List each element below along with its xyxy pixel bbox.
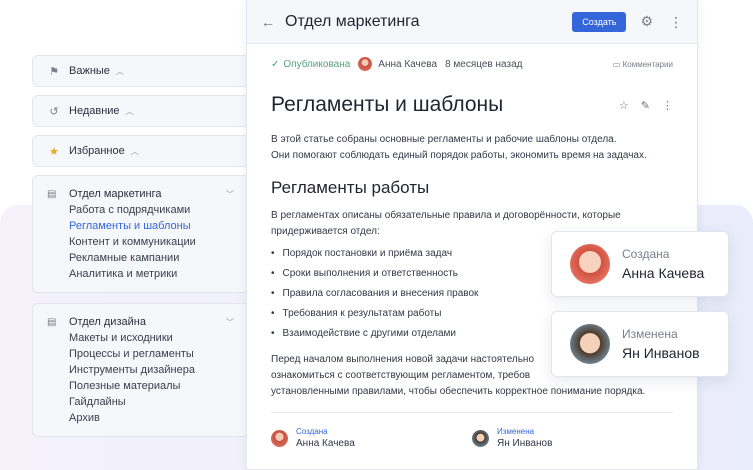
check-icon: ✓ [271,58,280,70]
sidebar-group-design: ▤ Отдел дизайна ﹀ Макеты и исходники Про… [32,303,251,437]
changed-name: Ян Инванов [622,345,700,361]
sidebar-item-label: Важные [69,65,110,77]
sidebar-item-tools[interactable]: Инструменты дизайнера [69,362,250,378]
history-icon: ↺ [49,105,59,118]
chevron-up-icon: ︿ [130,146,139,156]
sidebar-item-favorites[interactable]: ★ Избранное ︿ [32,135,251,167]
created-label: Создана [622,247,670,261]
sidebar-item-analytics[interactable]: Аналитика и метрики [69,266,250,282]
section-line: В регламентах описаны обязательные прави… [271,210,621,221]
article-intro: В этой статье собраны основные регламент… [247,132,697,164]
document-icon: ▤ [47,316,57,328]
changed-card: Изменена Ян Инванов [551,311,729,377]
page-title: Отдел маркетинга [285,12,420,30]
changed-label: Изменена [622,327,678,341]
created-label: Создана [296,427,328,436]
sidebar-item-important[interactable]: ⚑ Важные ︿ [32,55,251,87]
flag-icon: ⚑ [49,65,59,78]
article-title: Регламенты и шаблоны [271,93,504,116]
sidebar-item-contractors[interactable]: Работа с подрядчиками [69,202,250,218]
created-card: Создана Анна Качева [551,231,729,297]
avatar [570,324,610,364]
star-icon: ★ [49,145,59,158]
sidebar-item-regulations[interactable]: Регламенты и шаблоны [69,218,250,234]
sidebar-item-processes[interactable]: Процессы и регламенты [69,346,250,362]
chevron-down-icon: ﹀ [226,189,234,199]
more-vertical-icon[interactable]: ⋮ [662,99,673,112]
sidebar-item-materials[interactable]: Полезные материалы [69,378,250,394]
sidebar-item-campaigns[interactable]: Рекламные кампании [69,250,250,266]
sidebar-item-label: Недавние [69,105,120,117]
created-name[interactable]: Анна Качева [296,438,355,449]
document-icon: ▤ [47,188,57,200]
avatar [271,429,288,447]
sidebar-group-header[interactable]: ▤ Отдел маркетинга ﹀ [33,176,250,200]
intro-line: Они помогают соблюдать единый порядок ра… [271,150,647,161]
sidebar-item-recent[interactable]: ↺ Недавние ︿ [32,95,251,127]
outro-line: установленными правилами, чтобы обеспечи… [271,386,646,397]
avatar [570,244,610,284]
status-badge: Опубликована [283,58,351,70]
sidebar-group-title: Отдел дизайна [69,316,146,328]
avatar [472,429,489,447]
avatar [358,57,373,71]
chevron-down-icon: ﹀ [226,317,234,327]
sidebar-group-header[interactable]: ▤ Отдел дизайна ﹀ [33,304,250,328]
sidebar-item-content[interactable]: Контент и коммуникации [69,234,250,250]
sidebar-item-label: Избранное [69,145,125,157]
created-name: Анна Качева [622,265,705,281]
more-vertical-icon[interactable]: ⋮ [669,15,683,29]
timestamp: 8 месяцев назад [445,58,523,70]
comments-label: Комментарии [622,59,673,69]
back-arrow-icon[interactable]: ← [261,14,281,30]
changed-label: Изменена [497,427,535,436]
chevron-up-icon: ︿ [125,106,134,116]
article-footer: Создана Анна Качева Изменена Ян Инванов [247,413,697,463]
intro-line: В этой статье собраны основные регламент… [271,134,617,145]
create-button[interactable]: Создать [572,11,627,32]
changed-by: Изменена Ян Инванов [472,427,673,449]
comments-link[interactable]: ▭ Комментарии [613,60,673,69]
edit-icon[interactable]: ✎ [641,99,650,112]
sidebar-group-marketing: ▤ Отдел маркетинга ﹀ Работа с подрядчика… [32,175,251,293]
sidebar-group-title: Отдел маркетинга [69,188,162,200]
created-by: Создана Анна Качева [271,427,472,449]
star-icon[interactable]: ☆ [619,99,629,112]
author-name[interactable]: Анна Качева [378,59,437,70]
document-header: ← Отдел маркетинга Создать ⚙ ⋮ [247,0,697,44]
gear-icon[interactable]: ⚙ [640,13,653,30]
article-meta: ✓ Опубликована Анна Качева 8 месяцев наз… [247,44,697,84]
sidebar-item-mockups[interactable]: Макеты и исходники [69,330,250,346]
chevron-up-icon: ︿ [115,66,124,76]
sidebar-item-archive[interactable]: Архив [69,410,250,426]
section-title: Регламенты работы [271,178,430,197]
changed-name[interactable]: Ян Инванов [497,438,552,449]
sidebar-item-guidelines[interactable]: Гайдлайны [69,394,250,410]
